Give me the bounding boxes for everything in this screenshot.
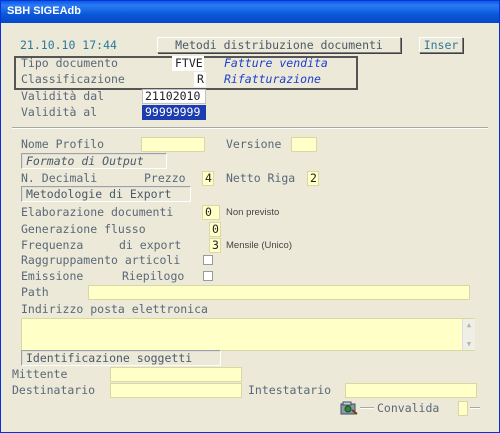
formato-output-header: Formato di Output xyxy=(21,153,167,169)
versione-label: Versione xyxy=(226,137,282,151)
scroll-down-icon[interactable]: ▼ xyxy=(463,338,475,350)
prezzo-label: Prezzo xyxy=(144,171,186,185)
nome-profilo-field[interactable] xyxy=(141,137,205,152)
mittente-label: Mittente xyxy=(12,367,68,381)
footer-divider-2 xyxy=(470,407,480,409)
path-label: Path xyxy=(21,285,49,299)
generazione-label: Generazione flusso xyxy=(21,222,146,236)
frequenza-field[interactable]: 3 xyxy=(209,238,221,253)
validita-al-label: Validità al xyxy=(21,105,98,119)
metodologie-export-header: Metodologie di Export xyxy=(21,186,191,202)
classificazione-label: Classificazione xyxy=(21,72,125,86)
frequenza-label-2: di export xyxy=(119,238,182,252)
netto-riga-label: Netto Riga xyxy=(226,171,296,185)
identificazione-soggetti-header: Identificazione soggetti xyxy=(21,350,221,366)
elaborazione-label: Elaborazione documenti xyxy=(21,205,174,219)
convalida-label: Convalida xyxy=(377,401,440,415)
footer-divider-1 xyxy=(360,407,374,409)
mode-indicator[interactable]: Inser xyxy=(419,37,463,53)
emissione-label: Emissione xyxy=(21,269,84,283)
destinatario-field[interactable] xyxy=(110,383,242,398)
nome-profilo-label: Nome Profilo xyxy=(21,137,105,151)
classificazione-desc: Rifatturazione xyxy=(224,72,321,86)
intestatario-label: Intestatario xyxy=(248,383,332,397)
frequenza-label: Frequenza xyxy=(21,238,84,252)
frequenza-note: Mensile (Unico) xyxy=(226,240,292,251)
validita-dal-field[interactable]: 21102010 xyxy=(142,89,206,104)
datetime-label: 21.10.10 17:44 xyxy=(20,38,117,52)
convalida-field[interactable] xyxy=(458,401,468,416)
validita-dal-label: Validità dal xyxy=(21,89,105,103)
elaborazione-field[interactable]: 0 xyxy=(202,205,220,220)
classificazione-field[interactable]: R xyxy=(194,72,206,87)
divider xyxy=(12,127,488,129)
destinatario-label: Destinatario xyxy=(12,383,96,397)
email-scrollbar[interactable]: ▲ ▼ xyxy=(462,319,475,350)
elaborazione-note: Non previsto xyxy=(226,207,280,218)
decimali-label: N. Decimali xyxy=(21,171,98,185)
riepilogo-checkbox[interactable] xyxy=(203,271,213,281)
raggruppamento-checkbox[interactable] xyxy=(203,255,213,265)
email-textarea[interactable]: ▲ ▼ xyxy=(21,318,475,351)
tipo-documento-desc: Fatture vendita xyxy=(224,56,328,70)
versione-field[interactable] xyxy=(291,137,317,152)
email-label: Indirizzo posta elettronica xyxy=(21,302,208,316)
window-title: SBH SIGEAdb xyxy=(1,1,499,23)
raggruppamento-label: Raggruppamento articoli xyxy=(21,253,181,267)
generazione-field[interactable]: 0 xyxy=(209,222,221,237)
tools-icon[interactable] xyxy=(340,401,358,415)
path-field[interactable] xyxy=(88,285,470,300)
validita-al-field[interactable]: 99999999 xyxy=(142,105,206,120)
intestatario-field[interactable] xyxy=(345,383,477,398)
email-text xyxy=(22,319,460,350)
section-title-button[interactable]: Metodi distribuzione documenti xyxy=(157,37,401,53)
prezzo-field[interactable]: 4 xyxy=(202,171,214,186)
riepilogo-label: Riepilogo xyxy=(122,269,185,283)
tipo-documento-label: Tipo documento xyxy=(21,56,118,70)
scroll-up-icon[interactable]: ▲ xyxy=(463,319,475,331)
app-window: SBH SIGEAdb 21.10.10 17:44 Metodi distri… xyxy=(0,0,500,433)
mittente-field[interactable] xyxy=(110,367,242,382)
form-content: 21.10.10 17:44 Metodi distribuzione docu… xyxy=(4,23,496,428)
netto-riga-field[interactable]: 2 xyxy=(307,171,319,186)
tipo-documento-field[interactable]: FTVE xyxy=(172,56,204,71)
